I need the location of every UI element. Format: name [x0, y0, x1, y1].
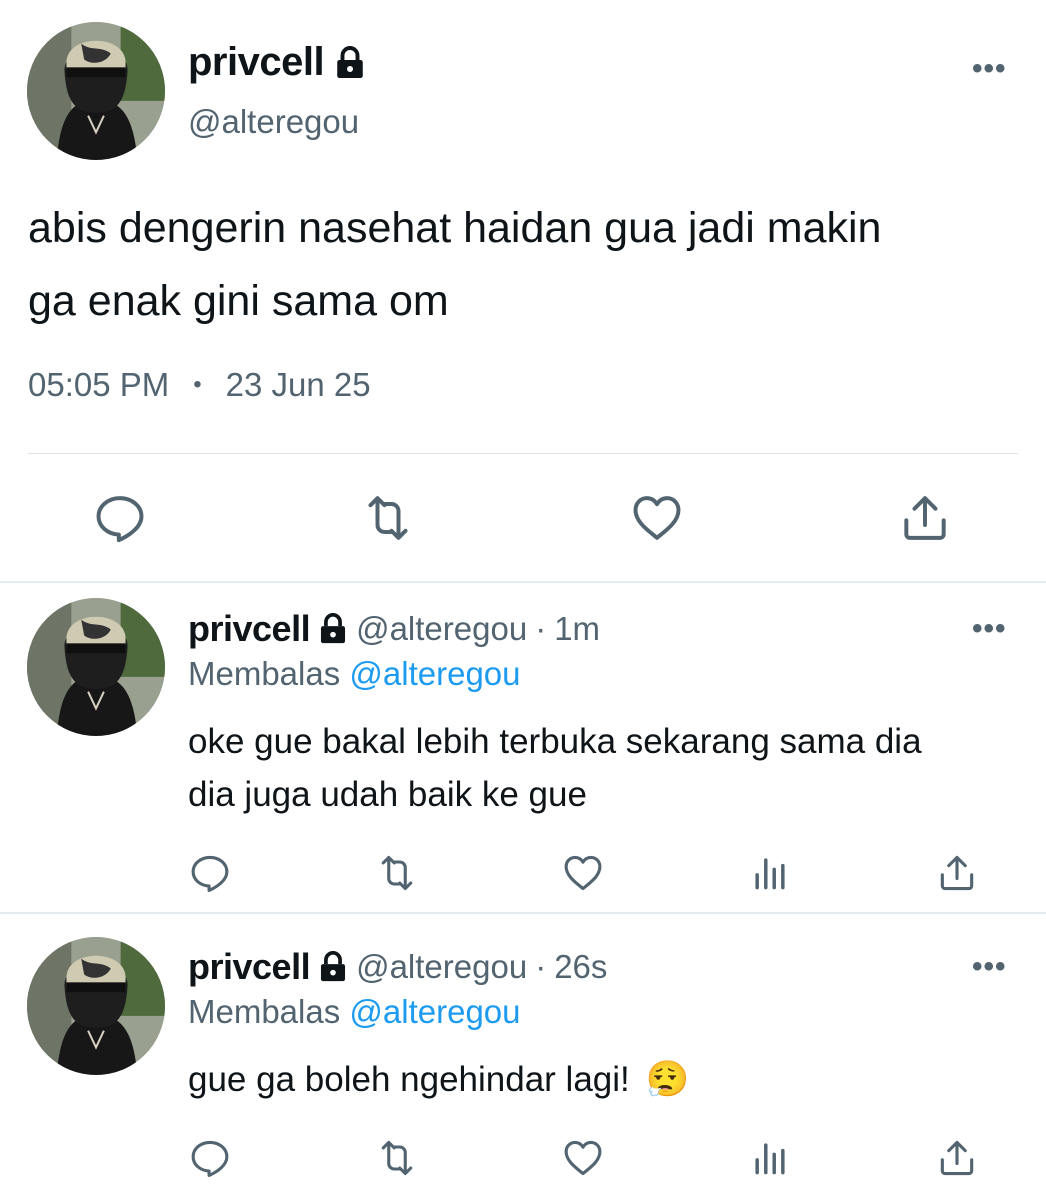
separator-dot: •: [193, 371, 202, 398]
share-icon: [935, 851, 979, 895]
tweet-text-line: oke gue bakal lebih terbuka sekarang sam…: [188, 722, 922, 761]
share-button[interactable]: [933, 1134, 981, 1182]
avatar[interactable]: [27, 598, 165, 736]
replying-to: Membalas @alteregou: [188, 993, 521, 1031]
tweet-age[interactable]: 26s: [554, 948, 607, 986]
user-handle[interactable]: @alteregou: [188, 103, 359, 141]
display-name-text[interactable]: privcell: [188, 40, 325, 85]
more-options-icon[interactable]: •••: [972, 52, 1007, 86]
display-name[interactable]: privcell: [188, 946, 311, 988]
avatar[interactable]: [27, 22, 165, 160]
like-button[interactable]: [627, 488, 687, 548]
tweet-text-line: dia juga udah baik ke gue: [188, 775, 587, 814]
like-button[interactable]: [559, 1134, 607, 1182]
tweet-text: oke gue bakal lebih terbuka sekarang sam…: [188, 715, 1028, 821]
display-name[interactable]: privcell: [188, 608, 311, 650]
mention-link[interactable]: @alteregou: [349, 655, 520, 692]
reply-button[interactable]: [186, 1134, 234, 1182]
lock-icon: [332, 45, 368, 81]
retweet-icon: [375, 1136, 419, 1180]
reply-icon: [188, 1136, 232, 1180]
tweet-text: abis dengerin nasehat haidan gua jadi ma…: [28, 192, 1028, 338]
tweet-text-line: abis dengerin nasehat haidan gua jadi ma…: [28, 204, 882, 252]
share-button[interactable]: [933, 849, 981, 897]
reply-header: privcell @alteregou · 1m: [188, 608, 600, 650]
reply-button[interactable]: [186, 849, 234, 897]
analytics-button[interactable]: [746, 849, 794, 897]
heart-icon: [561, 1136, 605, 1180]
retweet-button[interactable]: [373, 849, 421, 897]
share-icon: [897, 490, 953, 546]
reply-button[interactable]: [90, 488, 150, 548]
replying-to: Membalas @alteregou: [188, 655, 521, 693]
divider: [28, 453, 1018, 454]
heart-icon: [629, 490, 685, 546]
retweet-icon: [375, 851, 419, 895]
retweet-button[interactable]: [358, 488, 418, 548]
more-options-icon[interactable]: •••: [972, 950, 1007, 984]
analytics-button[interactable]: [746, 1134, 794, 1182]
separator-dot: ·: [535, 610, 547, 647]
tweet-time: 05:05 PM: [28, 366, 170, 403]
exhaling-face-emoji: 😮‍💨: [645, 1060, 690, 1100]
user-handle[interactable]: @alteregou: [356, 610, 527, 648]
avatar[interactable]: [27, 937, 165, 1075]
heart-icon: [561, 851, 605, 895]
tweet-text-line: gue ga boleh ngehindar lagi!: [188, 1060, 630, 1099]
divider: [0, 912, 1046, 914]
analytics-icon: [748, 1136, 792, 1180]
like-button[interactable]: [559, 849, 607, 897]
tweet-timestamp[interactable]: 05:05 PM • 23 Jun 25: [28, 366, 371, 404]
tweet-text-line: ga enak gini sama om: [28, 277, 449, 325]
reply-icon: [188, 851, 232, 895]
tweet-age[interactable]: 1m: [554, 610, 600, 648]
replying-label: Membalas: [188, 993, 341, 1030]
divider: [0, 581, 1046, 583]
analytics-icon: [748, 851, 792, 895]
retweet-button[interactable]: [373, 1134, 421, 1182]
user-handle[interactable]: @alteregou: [356, 948, 527, 986]
tweet-text: gue ga boleh ngehindar lagi! 😮‍💨: [188, 1053, 1028, 1107]
reply-header: privcell @alteregou · 26s: [188, 946, 607, 988]
separator-dot: ·: [535, 948, 547, 985]
lock-icon: [316, 612, 350, 646]
share-button[interactable]: [895, 488, 955, 548]
retweet-icon: [360, 490, 416, 546]
share-icon: [935, 1136, 979, 1180]
lock-icon: [316, 950, 350, 984]
more-options-icon[interactable]: •••: [972, 612, 1007, 646]
display-name[interactable]: privcell: [188, 40, 368, 85]
replying-label: Membalas: [188, 655, 341, 692]
tweet-date: 23 Jun 25: [225, 366, 371, 403]
reply-icon: [92, 490, 148, 546]
mention-link[interactable]: @alteregou: [349, 993, 520, 1030]
